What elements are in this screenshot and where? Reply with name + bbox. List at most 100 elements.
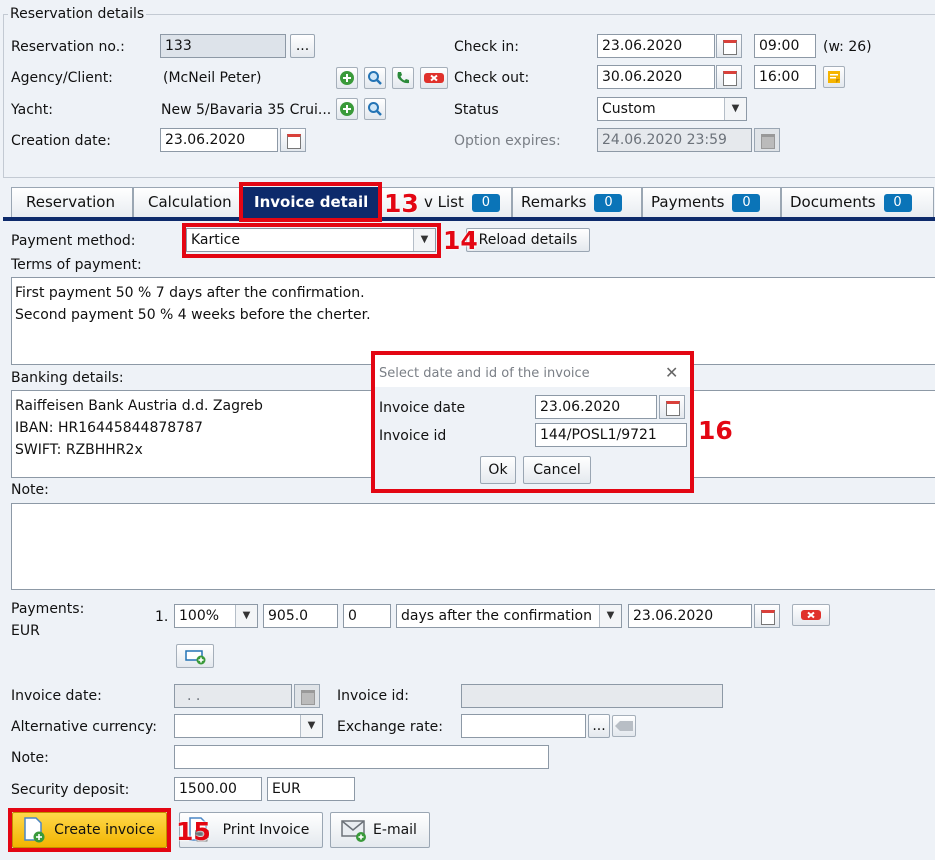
add-payment-button[interactable] — [176, 644, 214, 668]
check-in-calendar-icon[interactable] — [716, 34, 742, 58]
tab-strip-underline — [3, 217, 935, 221]
count-badge: 0 — [732, 194, 761, 212]
creation-calendar-icon[interactable] — [280, 128, 306, 152]
payment-rule-select[interactable]: days after the confirmation ▼ — [396, 604, 622, 628]
invoice-dialog: Select date and id of the invoice ✕ Invo… — [371, 351, 694, 493]
note-textarea[interactable] — [11, 503, 935, 590]
add-client-button[interactable] — [336, 67, 358, 89]
terms-line: Second payment 50 % 4 weeks before the c… — [15, 307, 371, 323]
remove-client-button[interactable] — [420, 67, 448, 89]
highlight-invoice-detail-tab — [239, 182, 382, 222]
email-button[interactable]: E-mail — [330, 812, 430, 848]
dialog-date-field[interactable]: 23.06.2020 — [535, 395, 657, 419]
payment-method-label: Payment method: — [11, 233, 136, 249]
search-client-button[interactable] — [364, 67, 386, 89]
dialog-calendar-icon[interactable] — [659, 395, 685, 419]
alternative-currency-select[interactable]: ▼ — [174, 714, 323, 738]
yacht-label: Yacht: — [11, 102, 53, 118]
note-button[interactable] — [823, 66, 845, 88]
payment-amount-field[interactable]: 905.0 — [263, 604, 338, 628]
payment-calendar-icon[interactable] — [754, 604, 780, 628]
note-label: Note: — [11, 482, 49, 498]
plus-circle-icon — [340, 71, 354, 85]
tab-label: Calculation — [148, 193, 232, 211]
dialog-ok-button[interactable]: Ok — [480, 456, 516, 484]
phone-icon — [397, 72, 409, 84]
dialog-id-label: Invoice id — [379, 428, 447, 444]
tab-payments[interactable]: Payments 0 — [642, 187, 781, 217]
tab-label: v List — [424, 193, 464, 211]
status-value: Custom — [602, 101, 656, 117]
reservation-no-field[interactable]: 133 — [160, 34, 286, 58]
payment-days-field[interactable]: 0 — [343, 604, 391, 628]
email-icon — [341, 820, 366, 842]
alternative-currency-label: Alternative currency: — [11, 719, 157, 735]
note2-label: Note: — [11, 750, 49, 766]
chevron-down-icon[interactable]: ▼ — [235, 605, 257, 627]
clear-exchange-rate-button[interactable] — [612, 715, 636, 737]
check-out-calendar-icon[interactable] — [716, 65, 742, 89]
security-deposit-currency-field[interactable]: EUR — [267, 777, 355, 801]
plus-circle-icon — [340, 102, 354, 116]
yacht-value: New 5/Bavaria 35 Crui... — [161, 102, 332, 118]
exchange-rate-label: Exchange rate: — [337, 719, 444, 735]
delete-icon — [424, 73, 444, 83]
note2-field[interactable] — [174, 745, 549, 769]
status-select[interactable]: Custom ▼ — [597, 97, 747, 121]
reservation-lookup-button[interactable]: ... — [290, 34, 315, 58]
chevron-down-icon[interactable]: ▼ — [724, 98, 746, 120]
security-deposit-label: Security deposit: — [11, 782, 130, 798]
payments-currency: EUR — [11, 623, 40, 639]
invoice-id-field — [461, 684, 723, 708]
remove-payment-button[interactable] — [792, 604, 830, 626]
payment-rule-value: days after the confirmation — [401, 608, 592, 624]
check-in-label: Check in: — [454, 39, 519, 55]
tab-calculation[interactable]: Calculation — [133, 187, 241, 217]
payment-date-field[interactable]: 23.06.2020 — [628, 604, 752, 628]
check-out-time-field[interactable]: 16:00 — [754, 65, 816, 89]
payments-label: Payments: — [11, 601, 85, 617]
dialog-id-field[interactable]: 144/POSL1/9721 — [535, 423, 687, 447]
agency-client-label: Agency/Client: — [11, 70, 113, 86]
add-yacht-button[interactable] — [336, 98, 358, 120]
tab-remarks[interactable]: Remarks 0 — [512, 187, 642, 217]
callout-15: 15 — [176, 817, 211, 846]
tab-label: Payments — [651, 193, 725, 211]
dialog-close-icon[interactable]: ✕ — [665, 364, 678, 382]
dialog-cancel-button[interactable]: Cancel — [523, 456, 591, 484]
exchange-rate-field[interactable] — [461, 714, 586, 738]
search-yacht-button[interactable] — [364, 98, 386, 120]
chevron-down-icon[interactable]: ▼ — [599, 605, 621, 627]
payment-index: 1. — [155, 609, 169, 625]
check-out-label: Check out: — [454, 70, 530, 86]
delete-icon — [801, 610, 821, 620]
tab-reservation[interactable]: Reservation — [11, 187, 133, 217]
tab-label: Remarks — [521, 193, 587, 211]
payment-percent-select[interactable]: 100% ▼ — [174, 604, 258, 628]
section-title: Reservation details — [8, 5, 147, 23]
payment-percent-value: 100% — [179, 608, 220, 624]
security-deposit-field[interactable]: 1500.00 — [174, 777, 262, 801]
add-row-icon — [185, 650, 206, 665]
tab-label: Reservation — [26, 193, 115, 211]
tab-label: Documents — [790, 193, 876, 211]
email-label: E-mail — [373, 822, 417, 838]
check-in-time-field[interactable]: 09:00 — [754, 34, 816, 58]
call-client-button[interactable] — [392, 67, 414, 89]
highlight-create-invoice — [8, 808, 171, 852]
option-calendar-icon — [754, 128, 780, 152]
tab-documents[interactable]: Documents 0 — [781, 187, 934, 217]
clear-icon — [615, 721, 633, 731]
callout-13: 13 — [384, 189, 419, 218]
check-in-date-field[interactable]: 23.06.2020 — [597, 34, 715, 58]
chevron-down-icon[interactable]: ▼ — [300, 715, 322, 737]
count-badge: 0 — [471, 194, 500, 212]
invoice-date-field: . . — [174, 684, 292, 708]
creation-date-label: Creation date: — [11, 133, 111, 149]
creation-date-field[interactable]: 23.06.2020 — [160, 128, 278, 152]
reservation-no-label: Reservation no.: — [11, 39, 125, 55]
check-out-date-field[interactable]: 30.06.2020 — [597, 65, 715, 89]
reload-details-button[interactable]: Reload details — [466, 228, 590, 252]
invoice-date-label: Invoice date: — [11, 688, 102, 704]
exchange-rate-lookup-button[interactable]: ... — [588, 714, 610, 738]
